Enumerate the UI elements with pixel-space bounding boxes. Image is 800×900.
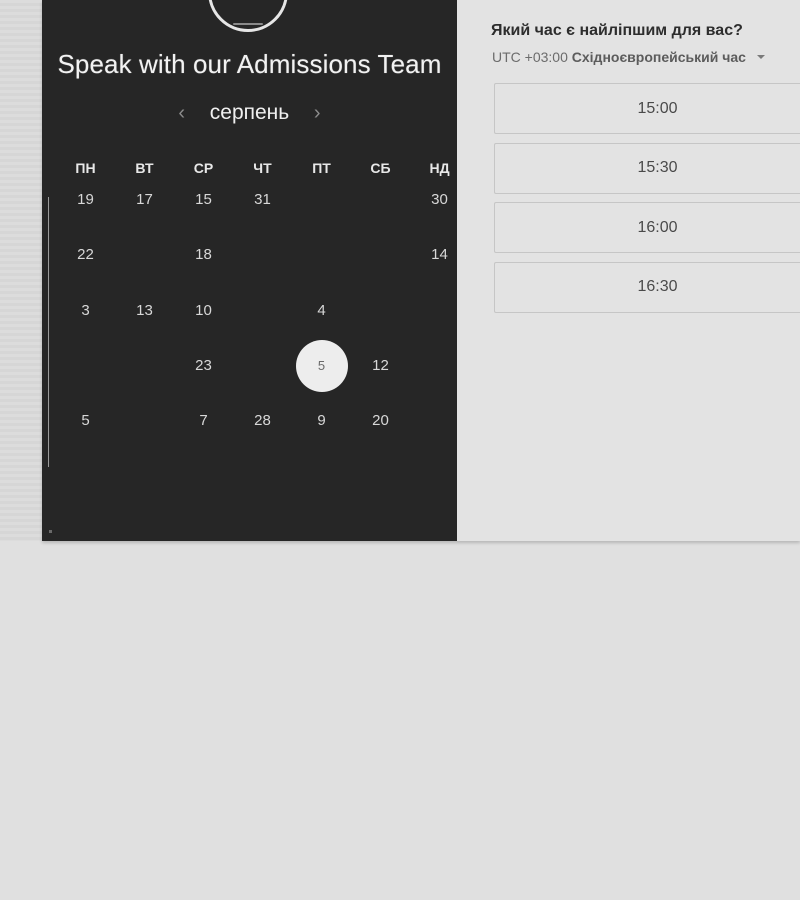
calendar-day[interactable]: 18 <box>174 227 233 282</box>
calendar-day[interactable]: 4 <box>292 283 351 338</box>
day-number: 12 <box>372 357 389 375</box>
chevron-left-icon[interactable]: ‹ <box>172 102 192 125</box>
scheduler-widget: Speak with our Admissions Team ‹ серпень… <box>42 0 800 541</box>
day-number: 23 <box>195 357 212 375</box>
month-navigation: ‹ серпень › <box>42 98 457 128</box>
calendar-day[interactable]: 17 <box>115 172 174 227</box>
page: Speak with our Admissions Team ‹ серпень… <box>0 0 800 900</box>
chevron-right-icon[interactable]: › <box>307 102 327 125</box>
day-number: 17 <box>136 191 153 209</box>
calendar-day <box>56 338 115 393</box>
day-number: 5 <box>317 358 326 374</box>
timezone-selector[interactable]: UTC +03:00 Східноєвропейський час <box>492 49 765 65</box>
month-label: серпень <box>209 101 290 124</box>
avatar <box>208 0 288 32</box>
day-number: 7 <box>199 412 208 430</box>
calendar-panel: Speak with our Admissions Team ‹ серпень… <box>42 0 457 541</box>
day-number: 20 <box>372 412 389 430</box>
calendar-day[interactable]: 19 <box>56 172 115 227</box>
time-question-heading: Який час є найліпшим для вас? <box>491 22 743 39</box>
day-number: 19 <box>77 191 94 209</box>
day-number: 14 <box>431 246 448 264</box>
day-number: 22 <box>77 246 94 264</box>
time-selection-panel: Який час є найліпшим для вас? UTC +03:00… <box>457 0 800 541</box>
calendar-day <box>233 338 292 393</box>
time-slot-label: 16:00 <box>637 218 678 236</box>
time-slot-button[interactable]: 16:30 <box>494 261 800 313</box>
timezone-offset: UTC +03:00 <box>492 49 568 65</box>
calendar-day <box>351 227 410 282</box>
calendar-day[interactable]: 23 <box>174 338 233 393</box>
calendar-day[interactable]: 31 <box>233 172 292 227</box>
day-number: 10 <box>195 301 212 319</box>
calendar-day[interactable]: 7 <box>174 393 233 448</box>
time-slot-button[interactable]: 15:00 <box>494 83 800 134</box>
day-number: 5 <box>81 412 90 430</box>
day-number: 28 <box>254 412 271 430</box>
calendar-day[interactable]: 10 <box>174 283 233 338</box>
calendar-day[interactable]: 15 <box>174 172 233 227</box>
calendar-day[interactable]: 12 <box>351 338 410 393</box>
day-number: 30 <box>431 191 448 209</box>
calendar-day[interactable]: 20 <box>351 393 410 448</box>
timezone-name: Східноєвропейський час <box>571 49 746 65</box>
time-slot-list: 15:00 15:30 16:00 16:30 <box>494 83 800 321</box>
calendar-day <box>292 227 351 282</box>
day-number: 13 <box>136 301 153 319</box>
day-number: 3 <box>81 301 90 319</box>
calendar-day[interactable]: 13 <box>115 283 174 338</box>
calendar-day[interactable]: 3 <box>56 283 115 338</box>
divider <box>48 197 49 467</box>
corner-mark <box>49 530 52 533</box>
time-slot-label: 15:30 <box>637 159 678 176</box>
calendar-day[interactable]: 28 <box>233 393 292 448</box>
calendar-days-grid: 19 17 15 31 30 22 18 14 3 13 10 4 23 5 12 5 7 28 9 20 <box>56 172 469 448</box>
day-number: 31 <box>254 191 271 209</box>
caret-down-icon <box>756 55 765 59</box>
calendar-day[interactable]: 22 <box>56 227 115 282</box>
calendar-day <box>292 172 351 227</box>
avatar-detail <box>233 23 263 25</box>
calendar-day <box>351 172 410 227</box>
day-number: 4 <box>317 301 326 319</box>
background-strip <box>0 0 42 541</box>
calendar-day[interactable]: 5 <box>56 393 115 448</box>
time-slot-label: 16:30 <box>637 278 678 295</box>
calendar-day <box>115 393 174 448</box>
panel-title: Speak with our Admissions Team <box>57 49 442 79</box>
time-slot-button[interactable]: 15:30 <box>494 142 800 194</box>
time-slot-label: 15:00 <box>637 99 678 117</box>
calendar-day <box>233 227 292 282</box>
calendar-day[interactable]: 9 <box>292 393 351 448</box>
calendar-day <box>115 338 174 393</box>
calendar-day <box>351 283 410 338</box>
day-number: 9 <box>317 412 326 430</box>
day-number: 15 <box>195 191 212 209</box>
time-slot-button[interactable]: 16:00 <box>494 202 800 253</box>
calendar-day <box>115 227 174 282</box>
day-number: 18 <box>195 246 212 264</box>
selected-day[interactable]: 5 <box>292 338 351 393</box>
calendar-day <box>233 283 292 338</box>
